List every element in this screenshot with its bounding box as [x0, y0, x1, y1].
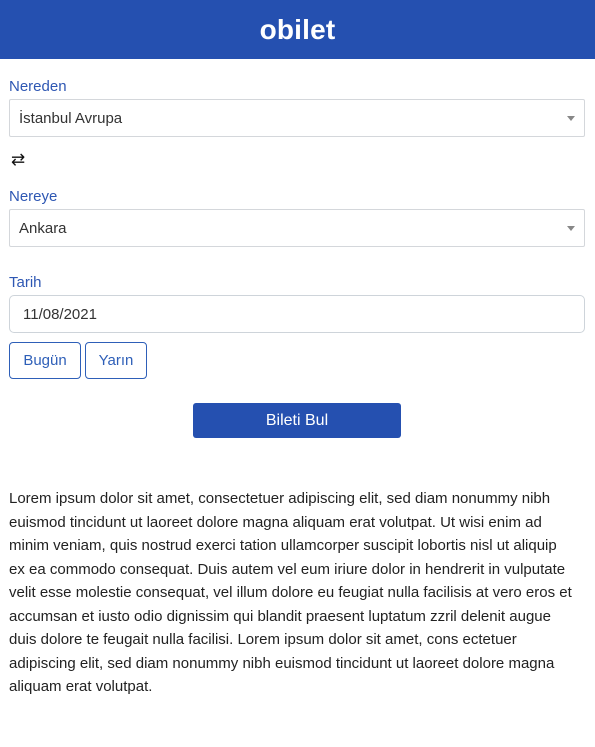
tomorrow-button[interactable]: Yarın: [85, 342, 147, 379]
today-button[interactable]: Bugün: [9, 342, 81, 379]
chevron-down-icon: [567, 226, 575, 231]
date-input[interactable]: [9, 295, 585, 333]
origin-label: Nereden: [9, 78, 67, 95]
destination-select[interactable]: Ankara: [9, 209, 585, 247]
swap-arrows-icon[interactable]: ⇄: [9, 150, 27, 170]
chevron-down-icon: [567, 116, 575, 121]
find-ticket-button[interactable]: Bileti Bul: [193, 403, 401, 438]
brand-logo[interactable]: obilet: [260, 14, 336, 46]
destination-selected-value: Ankara: [19, 219, 67, 237]
description-text: Lorem ipsum dolor sit amet, consectetuer…: [9, 490, 572, 695]
app-header: obilet: [0, 0, 595, 59]
origin-select[interactable]: İstanbul Avrupa: [9, 99, 585, 137]
destination-label: Nereye: [9, 188, 58, 205]
date-label: Tarih: [9, 274, 42, 291]
origin-selected-value: İstanbul Avrupa: [19, 109, 123, 127]
